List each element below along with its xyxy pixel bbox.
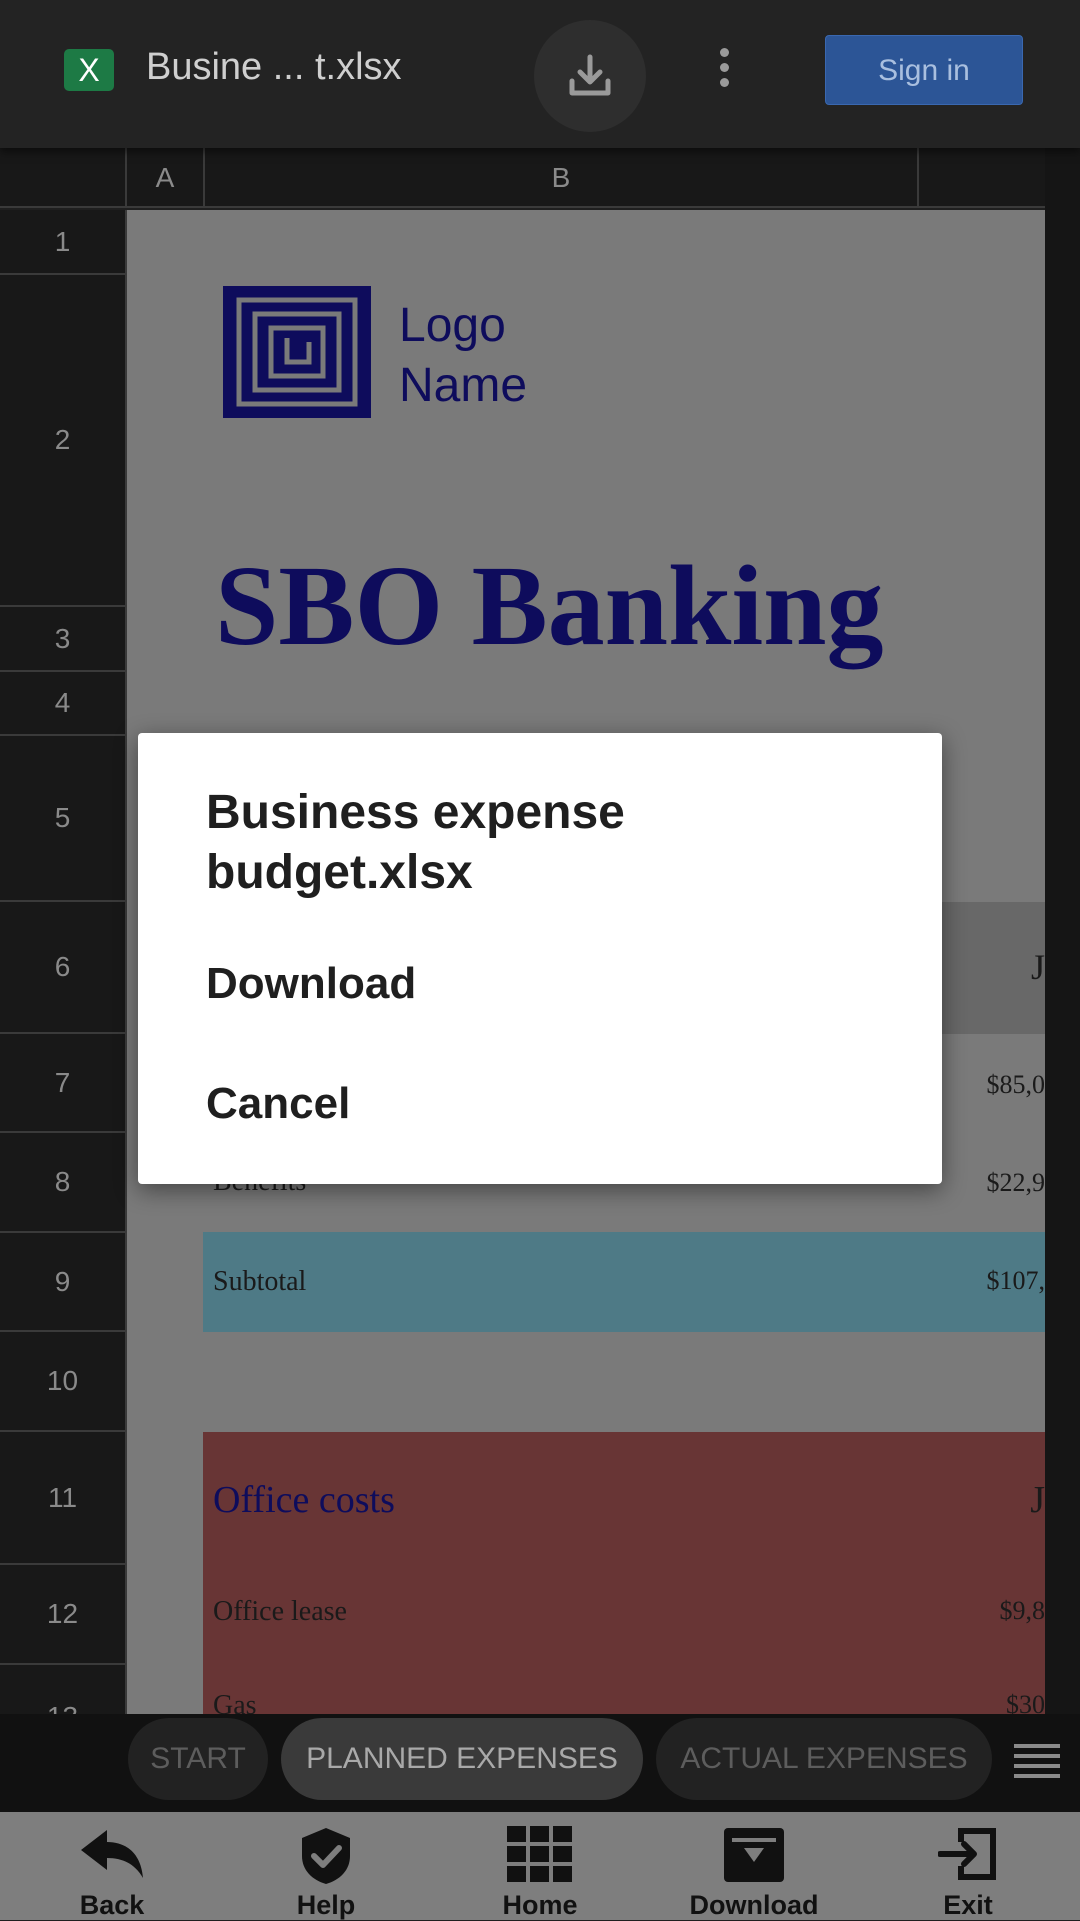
dialog-cancel-option[interactable]: Cancel (206, 1079, 350, 1129)
dialog-title: Business expense budget.xlsx (206, 786, 625, 899)
download-dialog: Business expense budget.xlsx Download Ca… (138, 733, 942, 1184)
dialog-download-option[interactable]: Download (206, 959, 416, 1009)
